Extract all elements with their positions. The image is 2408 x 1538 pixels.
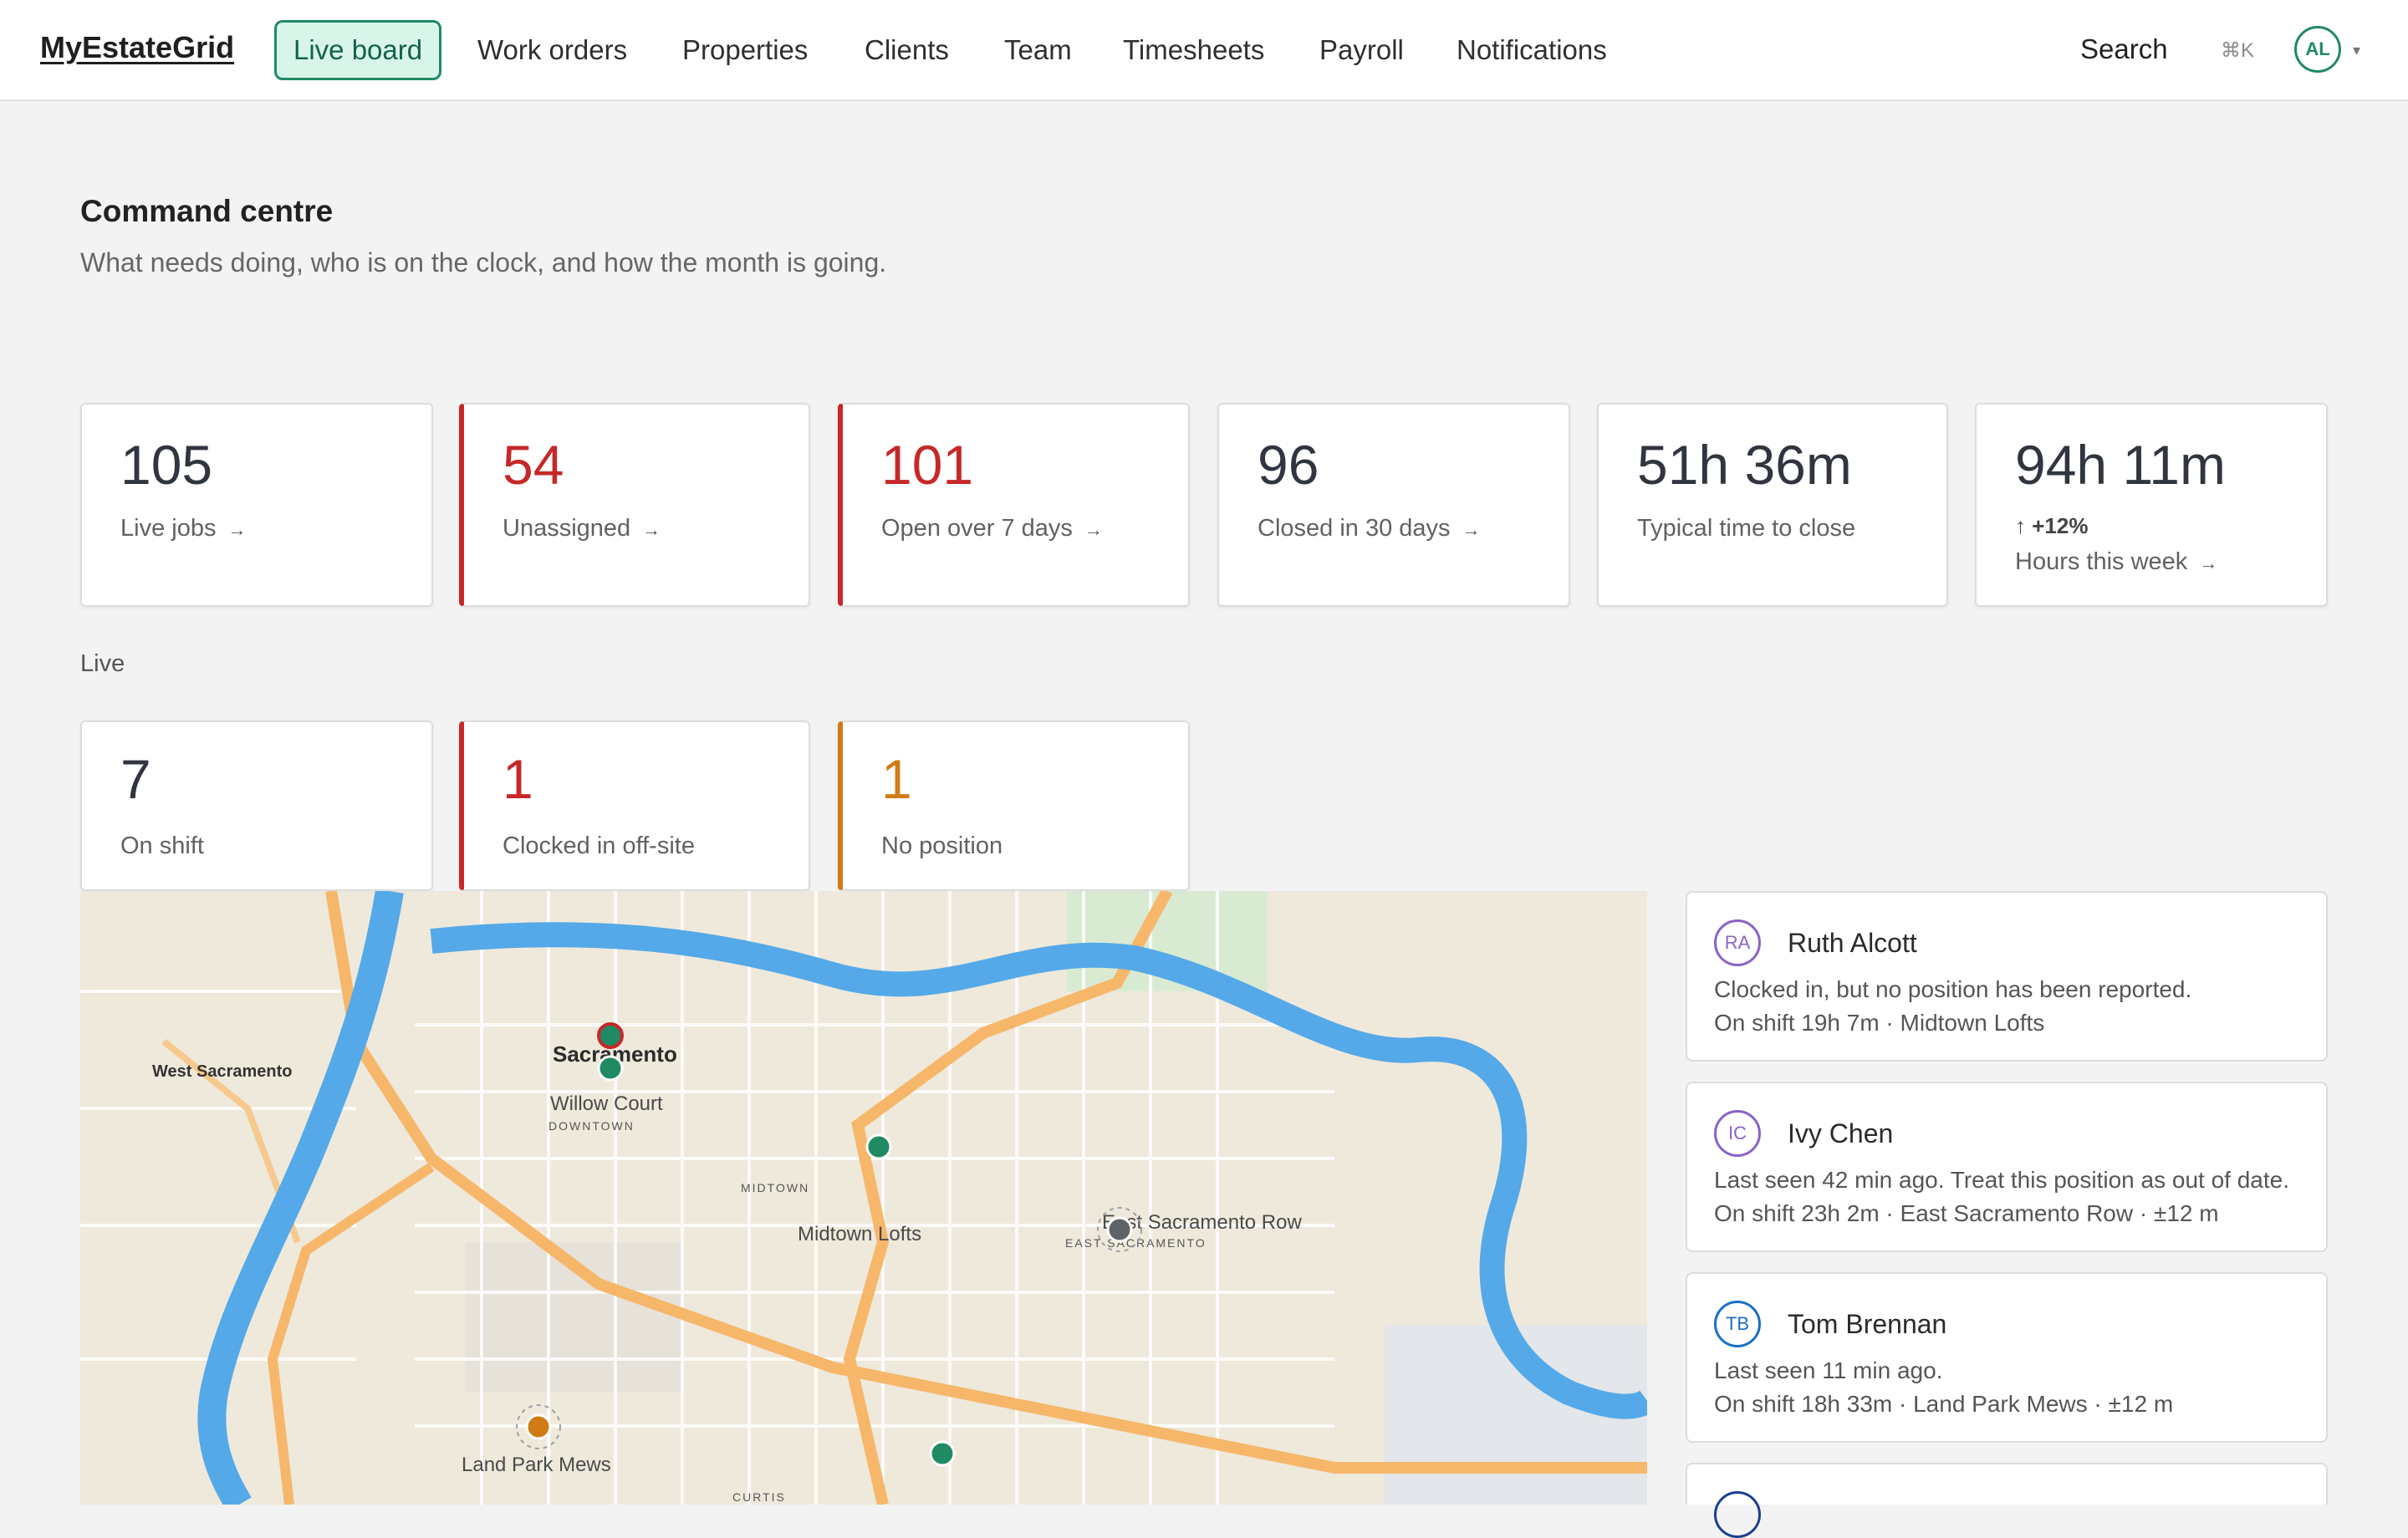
stat-value: 7 (120, 748, 151, 810)
stat-label: Typical time to close (1637, 515, 1856, 542)
person-status: Last seen 11 min ago. (1714, 1357, 1943, 1383)
person-meta: On shift 18h 33m · Land Park Mews · ±12 … (1714, 1391, 2174, 1417)
stat-label: Hours this week → (2015, 548, 2218, 575)
person-card-ruth-alcott[interactable]: RA Ruth Alcott Clocked in, but no positi… (1686, 891, 2328, 1062)
stat-value: 101 (881, 434, 974, 496)
person-meta: On shift 23h 2m · East Sacramento Row · … (1714, 1200, 2219, 1226)
stat-card-live-jobs[interactable]: 105 Live jobs → (80, 403, 433, 607)
stat-label: Closed in 30 days → (1258, 515, 1481, 542)
person-meta: On shift 19h 7m · Midtown Lofts (1714, 1010, 2045, 1036)
worker-marker-on-site[interactable] (597, 1055, 624, 1082)
nav-clients[interactable]: Clients (865, 20, 949, 80)
site-label-midtown-lofts: Midtown Lofts (798, 1223, 921, 1245)
page-title: Command centre (80, 194, 334, 228)
nav-properties[interactable]: Properties (682, 20, 808, 80)
person-card-tom-brennan[interactable]: TB Tom Brennan Last seen 11 min ago. On … (1686, 1272, 2328, 1443)
worker-marker-off-site[interactable] (597, 1022, 624, 1049)
user-avatar-button[interactable]: AL (2294, 26, 2341, 73)
search-button[interactable]: Search (2080, 33, 2168, 65)
nav-work-orders[interactable]: Work orders (477, 20, 627, 80)
avatar: RA (1714, 919, 1761, 966)
avatar: TB (1714, 1301, 1761, 1347)
nav-notifications[interactable]: Notifications (1457, 20, 1607, 80)
stat-value: 1 (881, 748, 912, 810)
stat-card-on-shift: 7 On shift (80, 721, 433, 891)
stat-card-open-over-7-days[interactable]: 101 Open over 7 days → (838, 403, 1190, 607)
stat-card-clocked-in-off-site: 1 Clocked in off-site (459, 721, 810, 891)
stat-value: 94h 11m (2015, 434, 2226, 496)
worker-marker-on-site[interactable] (929, 1440, 956, 1467)
stat-label: Live jobs → (120, 515, 247, 542)
person-card-partial[interactable] (1686, 1463, 2328, 1538)
arrow-right-icon: → (1084, 519, 1103, 540)
person-name: Ivy Chen (1788, 1118, 1894, 1148)
brand-logo-link[interactable]: MyEstateGrid (40, 30, 234, 65)
worker-marker-stale[interactable] (1106, 1216, 1133, 1243)
site-label-willow-court: Willow Court (550, 1092, 663, 1115)
stat-value: 105 (120, 434, 213, 496)
stat-card-hours-this-week[interactable]: 94h 11m ↑ +12% Hours this week → (1975, 403, 2328, 607)
section-label-live: Live (80, 650, 125, 677)
map-label-east: EAST SACRAMENTO (1065, 1236, 1207, 1250)
person-card-ivy-chen[interactable]: IC Ivy Chen Last seen 42 min ago. Treat … (1686, 1082, 2328, 1252)
arrow-right-icon: → (2199, 553, 2218, 573)
stat-label: On shift (120, 833, 204, 859)
stat-value: 54 (503, 434, 564, 496)
nav-live-board[interactable]: Live board (274, 20, 442, 80)
avatar: IC (1714, 1110, 1761, 1157)
person-name: Ruth Alcott (1788, 928, 1917, 958)
stat-value: 1 (503, 748, 533, 810)
worker-marker-on-site[interactable] (865, 1133, 892, 1160)
map-canvas[interactable]: Sacramento West Sacramento DOWNTOWN MIDT… (80, 891, 1647, 1505)
worker-marker-no-position[interactable] (525, 1413, 552, 1440)
top-navigation: MyEstateGrid Live board Work orders Prop… (0, 0, 2408, 101)
arrow-right-icon: → (227, 519, 247, 540)
chevron-down-icon[interactable]: ▾ (2353, 42, 2360, 59)
arrow-right-icon: → (1462, 519, 1481, 540)
stat-card-typical-time-to-close: 51h 36m Typical time to close (1597, 403, 1948, 607)
person-status: Last seen 42 min ago. Treat this positio… (1714, 1167, 2289, 1193)
arrow-right-icon: → (642, 519, 661, 540)
map-label-downtown: DOWNTOWN (548, 1119, 635, 1133)
nav-timesheets[interactable]: Timesheets (1123, 20, 1264, 80)
live-map[interactable]: Sacramento West Sacramento DOWNTOWN MIDT… (80, 891, 1647, 1505)
search-shortcut-hint: ⌘K (2221, 39, 2255, 62)
stat-value: 51h 36m (1637, 434, 1852, 496)
stat-card-closed-30-days[interactable]: 96 Closed in 30 days → (1217, 403, 1570, 607)
stat-value: 96 (1258, 434, 1319, 496)
stat-label: Clocked in off-site (503, 833, 695, 859)
stat-card-no-position: 1 No position (838, 721, 1190, 891)
stat-delta: ↑ +12% (2015, 513, 2089, 538)
nav-payroll[interactable]: Payroll (1319, 20, 1404, 80)
map-label-curtis: CURTIS (732, 1490, 786, 1504)
site-label-land-park-mews: Land Park Mews (462, 1454, 611, 1476)
stat-label: Open over 7 days → (881, 515, 1103, 542)
avatar (1714, 1491, 1761, 1538)
map-label-west: West Sacramento (152, 1062, 292, 1081)
map-label-midtown: MIDTOWN (741, 1181, 809, 1194)
page-subtitle: What needs doing, who is on the clock, a… (80, 247, 887, 278)
stat-card-unassigned[interactable]: 54 Unassigned → (459, 403, 810, 607)
nav-team[interactable]: Team (1004, 20, 1072, 80)
stat-label: Unassigned → (503, 515, 661, 542)
person-status: Clocked in, but no position has been rep… (1714, 976, 2192, 1002)
stat-label: No position (881, 833, 1003, 859)
person-name: Tom Brennan (1788, 1309, 1947, 1339)
